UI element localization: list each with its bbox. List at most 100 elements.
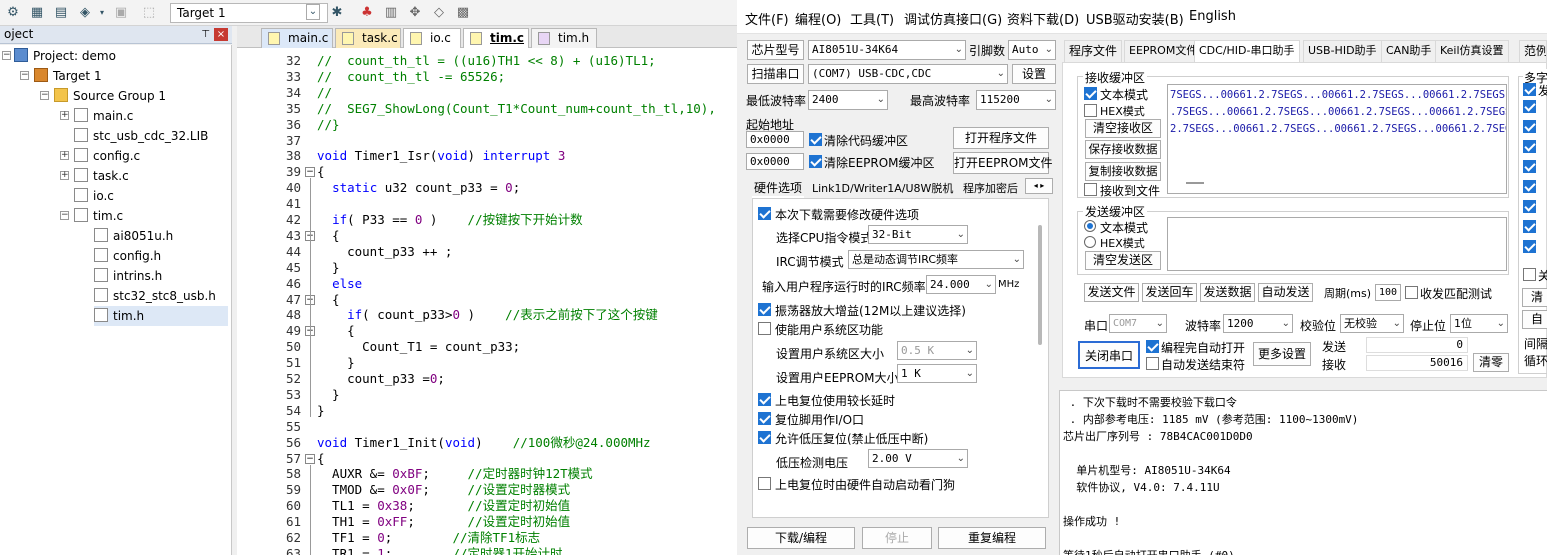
tree-file[interactable]: main.c: [74, 106, 133, 126]
tab-eeprom-file[interactable]: EEPROM文件: [1124, 40, 1203, 62]
tree-header[interactable]: intrins.h: [94, 266, 162, 286]
reprogram-button[interactable]: 重复编程: [938, 527, 1046, 549]
tree-source-group[interactable]: Source Group 1: [54, 86, 166, 106]
tab-tim-h[interactable]: tim.h: [531, 28, 597, 48]
code-address-input[interactable]: 0x0000: [746, 131, 804, 148]
clear-all-button[interactable]: 清: [1522, 288, 1547, 307]
menu-file[interactable]: 文件(F): [745, 9, 789, 28]
rx-clear-button[interactable]: 清空接收区: [1085, 119, 1161, 138]
expand-icon[interactable]: +: [60, 111, 69, 120]
magic-wand-icon[interactable]: ✱: [328, 4, 346, 22]
menu-debug[interactable]: 调试仿真接口(G): [904, 9, 1002, 28]
multi-checkbox-8[interactable]: [1523, 220, 1536, 233]
tab-task-c[interactable]: task.c: [335, 28, 401, 48]
irc-adjust-select[interactable]: 总是动态调节IRC频率 ⌄: [848, 250, 1024, 269]
tx-text-mode-radio[interactable]: [1084, 220, 1096, 232]
multi-checkbox-3[interactable]: [1523, 120, 1536, 133]
min-baud-select[interactable]: 2400 ⌄: [808, 90, 888, 110]
low-voltage-reset-checkbox[interactable]: [758, 431, 771, 444]
download-program-button[interactable]: 下载/编程: [747, 527, 855, 549]
stop-button[interactable]: 停止: [862, 527, 932, 549]
collapse-icon[interactable]: −: [40, 91, 49, 100]
auto-button[interactable]: 自: [1522, 310, 1547, 329]
auto-end-checkbox[interactable]: [1146, 357, 1159, 370]
rebuild-icon[interactable]: ▦: [28, 4, 46, 22]
rx-text-mode-checkbox[interactable]: [1084, 87, 1097, 100]
pack-installer-icon[interactable]: ▩: [454, 4, 472, 22]
max-baud-select[interactable]: 115200 ⌄: [976, 90, 1056, 110]
tab-io-c[interactable]: io.c: [403, 28, 461, 48]
multi-checkbox-2[interactable]: [1523, 100, 1536, 113]
long-reset-checkbox[interactable]: [758, 393, 771, 406]
rx-copy-button[interactable]: 复制接收数据: [1085, 162, 1161, 181]
tab-hardware-options[interactable]: 硬件选项: [752, 179, 805, 198]
diamond-icon[interactable]: ◇: [430, 4, 448, 22]
tab-usb-hid[interactable]: USB-HID助手: [1303, 40, 1382, 62]
open-eeprom-file-button[interactable]: 打开EEPROM文件: [953, 152, 1053, 174]
match-test-checkbox[interactable]: [1405, 286, 1418, 299]
tree-file[interactable]: tim.c: [74, 206, 123, 226]
clear-count-button[interactable]: 清零: [1473, 353, 1509, 372]
tree-header[interactable]: ai8051u.h: [94, 226, 173, 246]
parity-select[interactable]: 无校验 ⌄: [1340, 314, 1404, 333]
port-select[interactable]: (COM7) USB-CDC,CDC ⌄: [808, 64, 1008, 84]
tree-file[interactable]: stc_usb_cdc_32.LIB: [74, 126, 208, 146]
fold-icon[interactable]: −: [305, 453, 315, 464]
clear-code-checkbox[interactable]: [809, 133, 822, 146]
fold-icon[interactable]: −: [305, 167, 315, 178]
tx-clear-button[interactable]: 清空发送区: [1085, 251, 1161, 270]
chevron-down-icon[interactable]: ⌄: [306, 4, 320, 20]
cpu-mode-select[interactable]: 32-Bit ⌄: [868, 225, 968, 244]
tab-examples[interactable]: 范例: [1519, 40, 1547, 62]
clear-eeprom-checkbox[interactable]: [809, 155, 822, 168]
menu-program[interactable]: 编程(O): [795, 9, 841, 28]
expand-icon[interactable]: +: [60, 151, 69, 160]
multi-checkbox-6[interactable]: [1523, 180, 1536, 193]
stack-icon[interactable]: ◈: [76, 4, 94, 22]
osc-gain-checkbox[interactable]: [758, 303, 771, 316]
send-data-button[interactable]: 发送数据: [1200, 283, 1255, 302]
tx-hex-mode-radio[interactable]: [1084, 236, 1096, 248]
close-port-button[interactable]: 关闭串口: [1078, 341, 1140, 369]
rx-to-file-checkbox[interactable]: [1084, 183, 1097, 196]
tab-scroll-arrows[interactable]: ◂ ▸: [1025, 178, 1053, 194]
irc-freq-select[interactable]: 24.000 ⌄: [926, 275, 996, 294]
tab-program-file[interactable]: 程序文件: [1064, 40, 1123, 62]
output-log[interactable]: . 下次下载时不需要校验下载口令 . 内部参考电压: 1185 mV (参考范围…: [1059, 390, 1547, 555]
tree-header-selected[interactable]: tim.h: [94, 306, 228, 326]
tab-main-c[interactable]: main.c: [261, 28, 333, 48]
multi-checkbox-7[interactable]: [1523, 200, 1536, 213]
modify-options-checkbox[interactable]: [758, 207, 771, 220]
download-icon[interactable]: ▣: [112, 4, 130, 22]
tab-tim-c[interactable]: tim.c: [463, 28, 529, 48]
tree-header[interactable]: config.h: [94, 246, 161, 266]
settings-button[interactable]: 设置: [1012, 64, 1056, 84]
code-editor[interactable]: 32 33 34 35 36 37 38 39−40 41 42 43−44 45 46 47−48 49−…: [237, 48, 737, 555]
period-input[interactable]: 100: [1375, 284, 1401, 301]
eeprom-size-select[interactable]: 1 K ⌄: [897, 364, 977, 383]
menu-english[interactable]: English: [1189, 9, 1236, 24]
project-items-icon[interactable]: ♣: [358, 4, 376, 22]
chip-model-select[interactable]: AI8051U-34K64 ⌄: [808, 40, 966, 60]
auto-open-checkbox[interactable]: [1146, 340, 1159, 353]
options-icon[interactable]: ✥: [406, 4, 424, 22]
baud-select[interactable]: 1200 ⌄: [1223, 314, 1293, 333]
more-settings-button[interactable]: 更多设置: [1253, 342, 1311, 366]
manage-components-icon[interactable]: ▥: [382, 4, 400, 22]
collapse-icon[interactable]: −: [20, 71, 29, 80]
target-select[interactable]: Target 1: [170, 3, 328, 23]
menu-usb-driver[interactable]: USB驱动安装(B): [1086, 9, 1184, 28]
rx-textarea[interactable]: 7SEGS...00661.2.7SEGS...00661.2.7SEGS...…: [1167, 84, 1507, 194]
load-icon[interactable]: ⬚: [140, 4, 158, 22]
system-size-select[interactable]: 0.5 K ⌄: [897, 341, 977, 360]
send-file-button[interactable]: 发送文件: [1084, 283, 1139, 302]
collapse-icon[interactable]: −: [60, 211, 69, 220]
collapse-icon[interactable]: −: [2, 51, 11, 60]
tab-cdc-serial[interactable]: CDC/HID-串口助手: [1194, 40, 1300, 62]
menu-download[interactable]: 资料下载(D): [1007, 9, 1079, 28]
build-icon[interactable]: ⚙: [4, 4, 22, 22]
dropdown-icon[interactable]: ▾: [98, 4, 106, 22]
scan-port-button[interactable]: 扫描串口: [747, 64, 804, 84]
pins-select[interactable]: Auto ⌄: [1008, 40, 1056, 60]
send-cr-button[interactable]: 发送回车: [1142, 283, 1197, 302]
